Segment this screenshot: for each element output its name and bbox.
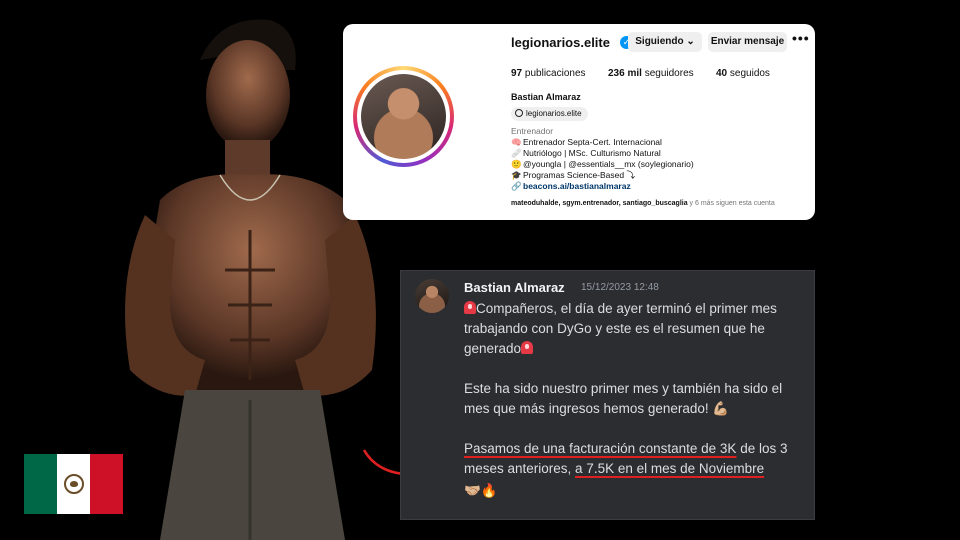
- flag-eagle-emblem-icon: [63, 474, 84, 494]
- posts-stat[interactable]: 97 publicaciones: [511, 68, 586, 79]
- discord-message: Bastian Almaraz 15/12/2023 12:48 Compañe…: [400, 270, 815, 520]
- bio-line: 🎓Programas Science-Based ⤵: [511, 170, 635, 180]
- link-icon: 🔗: [511, 181, 522, 191]
- flag-red-band: [90, 454, 123, 514]
- profile-avatar[interactable]: [353, 66, 454, 167]
- profile-picture: [361, 74, 446, 159]
- bio-line: 🙂@youngla | @essentials__mx (soylegionar…: [511, 159, 694, 169]
- message-paragraph: Compañeros, el día de ayer terminó el pr…: [464, 301, 777, 356]
- bio-line: 🩹Nutriólogo | MSc. Culturismo Natural: [511, 148, 661, 158]
- rotating-light-icon: [521, 341, 534, 354]
- mexico-flag: [24, 454, 123, 514]
- message-body: Compañeros, el día de ayer terminó el pr…: [464, 299, 809, 501]
- instagram-profile-card: legionarios.elite ✓ Siguiendo ⌄ Enviar m…: [343, 24, 815, 220]
- threads-icon: [515, 109, 523, 117]
- more-options-icon[interactable]: •••: [792, 30, 810, 46]
- threads-badge[interactable]: legionarios.elite: [511, 107, 588, 121]
- underlined-text: a 7.5K en el mes de Noviembre: [575, 461, 765, 476]
- bio-line: 🧠Entrenador Septa-Cert. Internacional: [511, 137, 662, 147]
- message-author[interactable]: Bastian Almaraz: [464, 280, 565, 295]
- send-message-button[interactable]: Enviar mensaje: [708, 32, 787, 52]
- message-emojis: 🤝🏼🔥: [464, 483, 498, 498]
- followers-stat[interactable]: 236 mil seguidores: [608, 68, 694, 79]
- followed-by-text[interactable]: mateoduhalde, sgym.entrenador, santiago_…: [511, 200, 775, 207]
- flag-green-band: [24, 454, 57, 514]
- author-avatar[interactable]: [415, 279, 449, 313]
- message-timestamp: 15/12/2023 12:48: [581, 282, 659, 293]
- underlined-text: Pasamos de una facturación constante de …: [464, 441, 737, 456]
- profile-category: Entrenador: [511, 126, 554, 136]
- rotating-light-icon: [464, 301, 476, 314]
- message-paragraph: Este ha sido nuestro primer mes y tambié…: [464, 381, 783, 416]
- profile-bio: 🧠Entrenador Septa-Cert. Internacional 🩹N…: [511, 137, 694, 192]
- bio-link[interactable]: 🔗beacons.ai/bastianalmaraz: [511, 181, 694, 192]
- following-stat[interactable]: 40 seguidos: [716, 68, 770, 79]
- message-paragraph: Pasamos de una facturación constante de …: [464, 441, 788, 476]
- profile-username: legionarios.elite: [511, 35, 610, 50]
- following-button[interactable]: Siguiendo ⌄: [628, 32, 702, 52]
- profile-full-name: Bastian Almaraz: [511, 92, 581, 102]
